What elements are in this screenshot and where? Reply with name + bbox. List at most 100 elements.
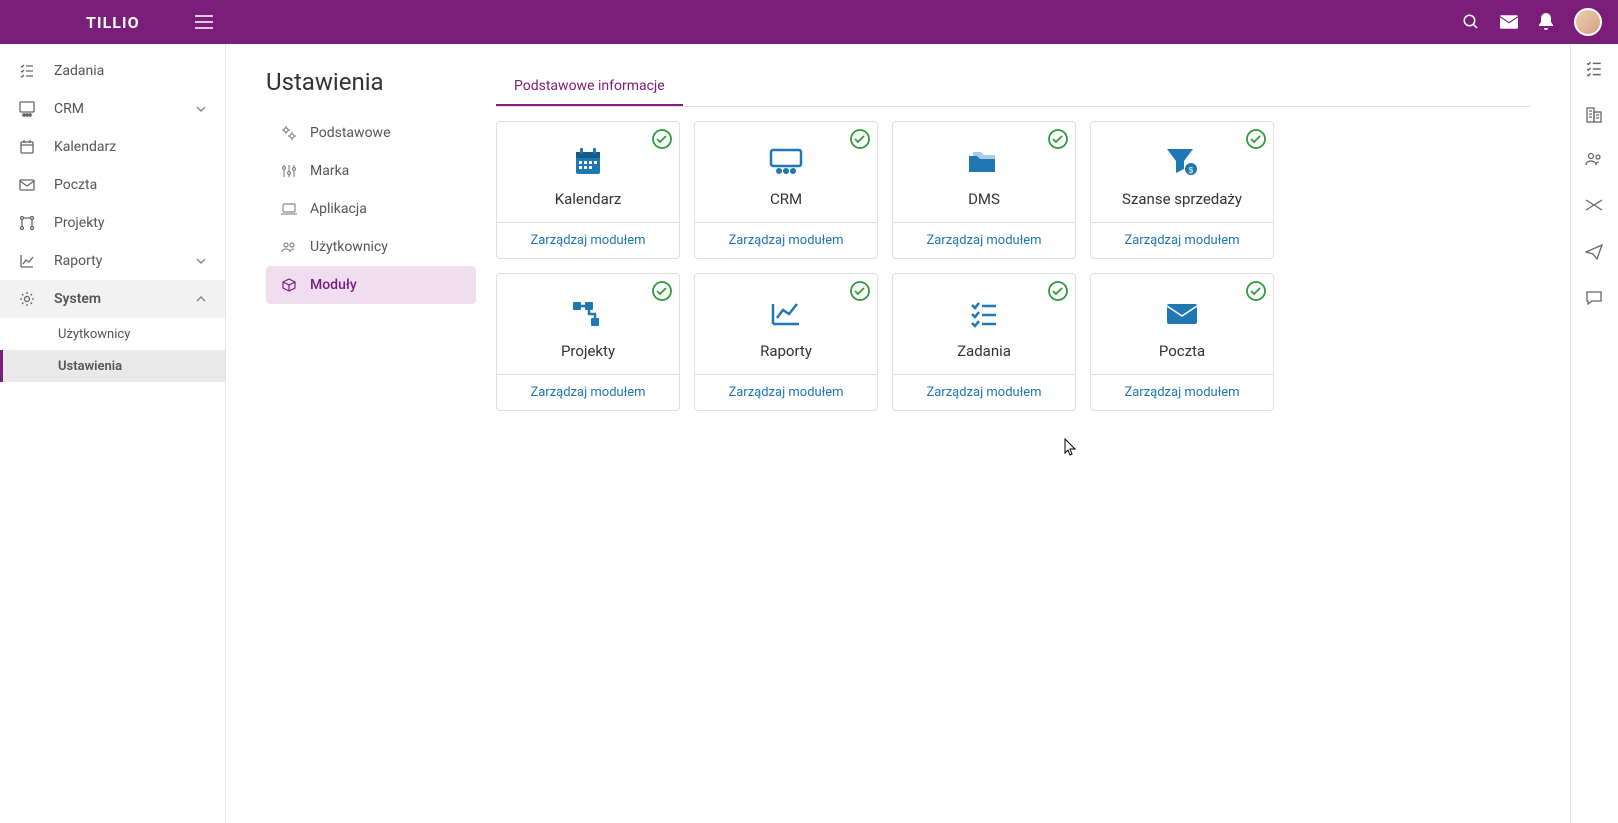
sidebar-sub-label: Użytkownicy (58, 327, 130, 342)
settings-item-aplikacja[interactable]: Aplikacja (266, 190, 476, 228)
sidebar-item-label: CRM (54, 101, 84, 117)
opportunity-icon[interactable] (1585, 198, 1605, 218)
settings-item-moduly[interactable]: Moduły (266, 266, 476, 304)
tasks-icon (18, 62, 36, 80)
hamburger-menu-icon[interactable] (195, 15, 213, 29)
module-manage-link[interactable]: Zarządzaj modułem (695, 222, 877, 258)
chart-icon (18, 252, 36, 270)
module-manage-link[interactable]: Zarządzaj modułem (497, 222, 679, 258)
module-grid: Kalendarz Zarządzaj modułem CRM Zarządza… (496, 121, 1530, 411)
check-circle-icon (651, 128, 673, 150)
sliders-icon (280, 162, 298, 180)
sidebar-sub-uzytkownicy[interactable]: Użytkownicy (0, 318, 225, 350)
gear-icon (18, 290, 36, 308)
chat-icon[interactable] (1585, 290, 1605, 310)
send-icon[interactable] (1585, 244, 1605, 264)
chevron-up-icon (195, 295, 207, 303)
module-manage-link[interactable]: Zarządzaj modułem (497, 374, 679, 410)
folders-icon (966, 144, 1002, 180)
module-title: Poczta (1159, 342, 1205, 360)
rightbar (1570, 44, 1618, 823)
user-avatar[interactable] (1574, 8, 1602, 36)
box-icon (280, 276, 298, 294)
module-card-raporty: Raporty Zarządzaj modułem (694, 273, 878, 411)
chart-line-icon (768, 296, 804, 332)
settings-item-label: Marka (310, 163, 349, 179)
sidebar-item-label: Kalendarz (54, 139, 116, 155)
mail-icon[interactable] (1500, 15, 1518, 29)
check-circle-icon (1047, 128, 1069, 150)
search-icon[interactable] (1462, 13, 1480, 31)
module-card-poczta: Poczta Zarządzaj modułem (1090, 273, 1274, 411)
bell-icon[interactable] (1538, 13, 1554, 31)
laptop-icon (280, 200, 298, 218)
calendar-icon (570, 144, 606, 180)
module-card-zadania: Zadania Zarządzaj modułem (892, 273, 1076, 411)
funnel-dollar-icon: $ (1164, 144, 1200, 180)
settings-item-label: Moduły (310, 277, 357, 293)
check-circle-icon (849, 280, 871, 302)
main-content: Ustawienia Podstawowe Marka Aplikacja Uż… (226, 44, 1570, 823)
settings-item-uzytkownicy[interactable]: Użytkownicy (266, 228, 476, 266)
sidebar-item-label: Poczta (54, 177, 97, 193)
sidebar: Zadania CRM Kalendarz Poczta Projekty Ra… (0, 44, 226, 823)
gears-icon (280, 124, 298, 142)
building-icon[interactable] (1585, 106, 1605, 126)
sidebar-item-projekty[interactable]: Projekty (0, 204, 225, 242)
tasks-panel-icon[interactable] (1585, 60, 1605, 80)
crm-icon (768, 144, 804, 180)
sidebar-item-kalendarz[interactable]: Kalendarz (0, 128, 225, 166)
sidebar-item-label: Raporty (54, 253, 102, 269)
module-title: Kalendarz (555, 190, 622, 208)
chevron-down-icon (195, 105, 207, 113)
module-title: Raporty (760, 342, 812, 360)
sidebar-item-raporty[interactable]: Raporty (0, 242, 225, 280)
check-circle-icon (849, 128, 871, 150)
module-title: Zadania (957, 342, 1011, 360)
topbar: TILLIO (0, 0, 1618, 44)
module-manage-link[interactable]: Zarządzaj modułem (893, 374, 1075, 410)
envelope-icon (1164, 296, 1200, 332)
module-manage-link[interactable]: Zarządzaj modułem (1091, 374, 1273, 410)
tasks-icon (966, 296, 1002, 332)
projects-icon (570, 296, 606, 332)
page-title: Ustawienia (266, 68, 476, 96)
content: Podstawowe informacje Kalendarz Zarządza… (496, 68, 1530, 799)
module-card-szanse-sprzedazy: $ Szanse sprzedaży Zarządzaj modułem (1090, 121, 1274, 259)
module-manage-link[interactable]: Zarządzaj modułem (695, 374, 877, 410)
sidebar-item-system[interactable]: System (0, 280, 225, 318)
sidebar-item-poczta[interactable]: Poczta (0, 166, 225, 204)
module-manage-link[interactable]: Zarządzaj modułem (1091, 222, 1273, 258)
settings-item-label: Aplikacja (310, 201, 367, 217)
sidebar-item-crm[interactable]: CRM (0, 90, 225, 128)
sidebar-item-zadania[interactable]: Zadania (0, 52, 225, 90)
module-title: CRM (770, 190, 802, 208)
mail-icon (18, 176, 36, 194)
settings-item-label: Użytkownicy (310, 239, 388, 255)
settings-subnav: Ustawienia Podstawowe Marka Aplikacja Uż… (266, 68, 476, 799)
brand-logo[interactable]: TILLIO (86, 13, 140, 32)
module-card-dms: DMS Zarządzaj modułem (892, 121, 1076, 259)
sidebar-sub-ustawienia[interactable]: Ustawienia (0, 350, 225, 382)
tab-row: Podstawowe informacje (496, 68, 1530, 107)
projects-icon (18, 214, 36, 232)
settings-item-label: Podstawowe (310, 125, 391, 141)
module-card-crm: CRM Zarządzaj modułem (694, 121, 878, 259)
module-manage-link[interactable]: Zarządzaj modułem (893, 222, 1075, 258)
svg-text:$: $ (1189, 166, 1194, 175)
chevron-down-icon (195, 257, 207, 265)
module-title: Projekty (561, 342, 615, 360)
check-circle-icon (1047, 280, 1069, 302)
users-icon (280, 238, 298, 256)
sidebar-item-label: System (54, 291, 101, 307)
module-title: DMS (968, 190, 1000, 208)
settings-item-podstawowe[interactable]: Podstawowe (266, 114, 476, 152)
people-icon[interactable] (1585, 152, 1605, 172)
check-circle-icon (1245, 128, 1267, 150)
tab-podstawowe-informacje[interactable]: Podstawowe informacje (496, 68, 683, 106)
sidebar-sub-label: Ustawienia (58, 359, 122, 374)
settings-item-marka[interactable]: Marka (266, 152, 476, 190)
check-circle-icon (1245, 280, 1267, 302)
module-card-projekty: Projekty Zarządzaj modułem (496, 273, 680, 411)
sidebar-item-label: Zadania (54, 63, 104, 79)
